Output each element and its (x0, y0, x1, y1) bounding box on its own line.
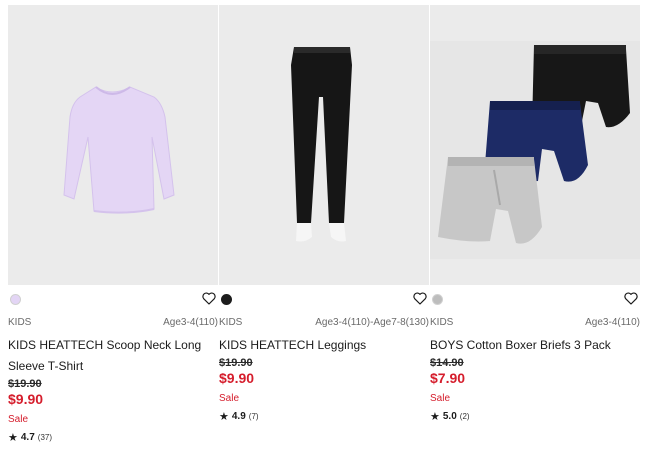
product-card[interactable]: KIDS Age3-4(110) KIDS HEATTECH Scoop Nec… (8, 5, 218, 445)
rating-value: 4.9 (231, 411, 246, 422)
star-icon: ★ (430, 411, 440, 423)
color-swatch[interactable] (432, 294, 443, 305)
review-count: (7) (248, 412, 259, 421)
product-name[interactable]: KIDS HEATTECH Scoop Neck Long Sleeve T-S… (8, 335, 218, 377)
sale-price: $9.90 (219, 370, 255, 386)
product-image[interactable] (430, 5, 640, 285)
favorite-heart-icon[interactable] (412, 290, 428, 306)
rating-value: 5.0 (442, 411, 457, 422)
sale-price: $9.90 (8, 391, 44, 407)
product-rating: ★ 4.9 (7) (219, 410, 429, 424)
favorite-heart-icon[interactable] (623, 290, 639, 306)
product-card[interactable]: KIDS Age3-4(110) BOYS Cotton Boxer Brief… (430, 5, 640, 424)
product-image[interactable] (219, 5, 429, 285)
leggings-icon (291, 47, 352, 242)
product-category: KIDS (219, 317, 243, 328)
product-category: KIDS (8, 317, 32, 328)
original-price: $19.90 (8, 378, 42, 390)
original-price: $14.90 (430, 357, 464, 369)
product-rating: ★ 4.7 (37) (8, 431, 218, 445)
product-category: KIDS (430, 317, 454, 328)
boxer-briefs-icon (430, 41, 640, 259)
product-size-range: Age3-4(110) (585, 317, 640, 328)
color-swatch[interactable] (221, 294, 232, 305)
product-card[interactable]: KIDS Age3-4(110)-Age7-8(130) KIDS HEATTE… (219, 5, 429, 424)
product-size-range: Age3-4(110) (163, 317, 218, 328)
original-price: $19.90 (219, 357, 253, 369)
product-size-range: Age3-4(110)-Age7-8(130) (315, 317, 429, 328)
favorite-heart-icon[interactable] (201, 290, 217, 306)
review-count: (2) (459, 412, 470, 421)
product-image[interactable] (8, 5, 218, 285)
color-swatch[interactable] (10, 294, 21, 305)
sale-label: Sale (219, 393, 240, 404)
product-name[interactable]: KIDS HEATTECH Leggings (219, 335, 429, 356)
sale-label: Sale (430, 393, 451, 404)
star-icon: ★ (8, 432, 18, 444)
review-count: (37) (37, 433, 53, 442)
sale-price: $7.90 (430, 370, 466, 386)
product-rating: ★ 5.0 (2) (430, 410, 640, 424)
product-name[interactable]: BOYS Cotton Boxer Briefs 3 Pack (430, 335, 640, 356)
long-sleeve-tshirt-icon (63, 86, 175, 214)
sale-label: Sale (8, 414, 29, 425)
star-icon: ★ (219, 411, 229, 423)
rating-value: 4.7 (20, 432, 35, 443)
product-grid: KIDS Age3-4(110) KIDS HEATTECH Scoop Nec… (0, 0, 650, 450)
